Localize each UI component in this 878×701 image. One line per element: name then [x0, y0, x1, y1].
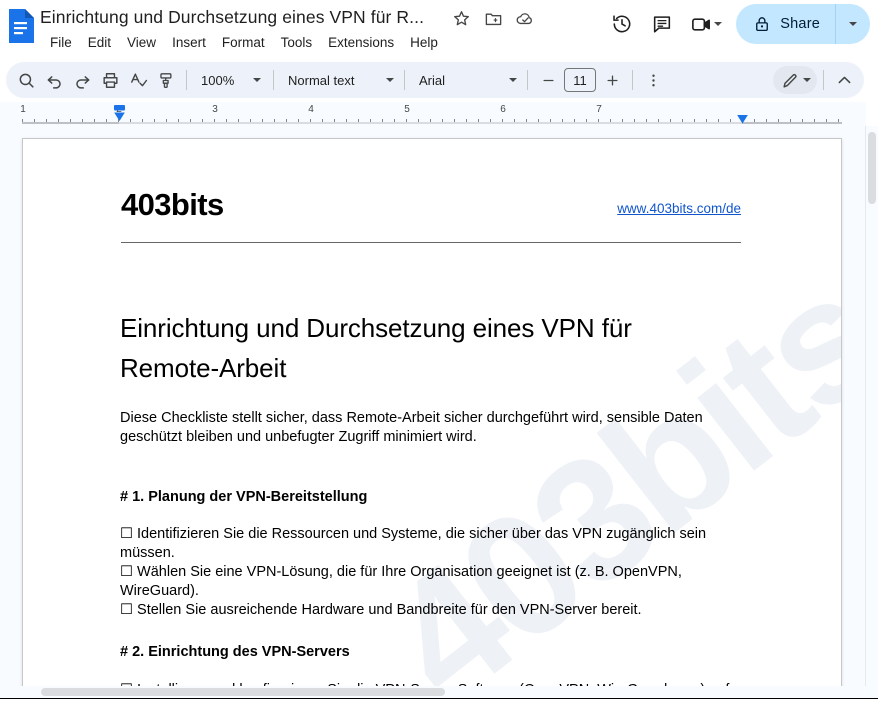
- left-indent-marker[interactable]: [112, 105, 127, 123]
- toolbar-divider: [186, 70, 187, 90]
- section-1-checklist: ☐ Identifizieren Sie die Ressourcen und …: [120, 526, 707, 618]
- menu-help[interactable]: Help: [402, 32, 446, 54]
- editing-mode-button[interactable]: [773, 66, 817, 94]
- toolbar-divider: [632, 70, 633, 90]
- website-link[interactable]: www.403bits.com/de: [617, 199, 741, 219]
- toolbar-divider: [404, 70, 405, 90]
- collapse-toolbar-icon[interactable]: [830, 66, 858, 94]
- comment-icon[interactable]: [644, 6, 680, 42]
- ruler-number: 1: [20, 104, 26, 115]
- print-icon[interactable]: [96, 66, 124, 94]
- header-divider-rule: [121, 242, 741, 243]
- vertical-scroll-thumb[interactable]: [868, 132, 876, 204]
- redo-icon[interactable]: [68, 66, 96, 94]
- menu-extensions[interactable]: Extensions: [320, 32, 402, 54]
- font-family-value: Arial: [419, 72, 446, 88]
- vertical-scrollbar[interactable]: [866, 126, 878, 701]
- right-action-group: Share: [604, 4, 870, 44]
- section-1-heading: # 1. Planung der VPN-Bereitstellung: [120, 489, 368, 505]
- increase-font-size-button[interactable]: [598, 66, 626, 94]
- star-icon[interactable]: [449, 6, 473, 30]
- chevron-down-icon: [386, 78, 394, 82]
- decrease-font-size-button[interactable]: [534, 66, 562, 94]
- share-dropdown-button[interactable]: [836, 4, 870, 44]
- toolbar-divider: [273, 70, 274, 90]
- document-page[interactable]: 403bits 403bits www.403bits.com/de Einri…: [22, 138, 842, 686]
- share-label: Share: [780, 16, 820, 32]
- ruler-number: 7: [596, 104, 602, 115]
- menu-view[interactable]: View: [119, 32, 164, 54]
- meet-caret-icon: [714, 22, 723, 26]
- spellcheck-icon[interactable]: [124, 66, 152, 94]
- menu-format[interactable]: Format: [214, 32, 273, 54]
- zoom-level-value: 100%: [201, 72, 235, 88]
- toolbar-divider: [823, 70, 824, 90]
- ruler-number: 5: [404, 104, 410, 115]
- chevron-down-icon: [253, 78, 261, 82]
- right-indent-marker[interactable]: [735, 112, 750, 124]
- top-bar: Einrichtung und Durchsetzung eines VPN f…: [0, 0, 878, 58]
- font-size-stepper: 11: [534, 66, 626, 94]
- paint-format-icon[interactable]: [152, 66, 180, 94]
- toolbar-container: 100% Normal text Arial 11: [0, 58, 878, 102]
- toolbar: 100% Normal text Arial 11: [6, 62, 864, 98]
- intro-paragraph: Diese Checkliste stellt sicher, dass Rem…: [120, 410, 703, 445]
- toolbar-divider: [527, 70, 528, 90]
- horizontal-scrollbar[interactable]: [0, 686, 866, 698]
- undo-icon[interactable]: [40, 66, 68, 94]
- menu-bar: File Edit View Insert Format Tools Exten…: [42, 32, 446, 54]
- brand-logo-text: 403bits: [121, 187, 224, 222]
- menu-file[interactable]: File: [42, 32, 80, 54]
- document-canvas: 403bits 403bits www.403bits.com/de Einri…: [0, 126, 866, 686]
- more-options-icon[interactable]: [639, 66, 667, 94]
- ruler-number: 3: [212, 104, 218, 115]
- meet-call-button[interactable]: [684, 6, 726, 42]
- ruler[interactable]: 1234567: [0, 102, 866, 126]
- chevron-down-icon: [509, 78, 517, 82]
- horizontal-scroll-thumb[interactable]: [41, 688, 445, 696]
- google-docs-icon[interactable]: [6, 9, 34, 43]
- search-icon[interactable]: [12, 66, 40, 94]
- editing-mode-pencil-icon: [783, 73, 797, 88]
- title-action-icons: [449, 6, 537, 30]
- share-main[interactable]: Share: [736, 4, 835, 44]
- ruler-margin-area: [119, 122, 742, 124]
- cloud-saved-icon[interactable]: [513, 6, 537, 30]
- font-family-selector[interactable]: Arial: [411, 66, 521, 94]
- version-history-icon[interactable]: [604, 6, 640, 42]
- zoom-level-selector[interactable]: 100%: [193, 66, 267, 94]
- document-header-row: 403bits www.403bits.com/de: [121, 187, 741, 223]
- paragraph-style-value: Normal text: [288, 72, 355, 88]
- menu-tools[interactable]: Tools: [273, 32, 321, 54]
- document-title[interactable]: Einrichtung und Durchsetzung eines VPN f…: [40, 4, 438, 30]
- chevron-down-icon: [849, 22, 857, 26]
- ruler-number: 4: [308, 104, 314, 115]
- move-to-folder-icon[interactable]: [481, 6, 505, 30]
- font-size-input[interactable]: 11: [564, 68, 596, 92]
- title-and-menus: Einrichtung und Durchsetzung eines VPN f…: [40, 4, 446, 54]
- chevron-down-icon: [803, 78, 811, 82]
- ruler-number: 6: [500, 104, 506, 115]
- share-button[interactable]: Share: [736, 4, 870, 44]
- menu-edit[interactable]: Edit: [80, 32, 119, 54]
- paragraph-style-selector[interactable]: Normal text: [280, 66, 398, 94]
- menu-insert[interactable]: Insert: [164, 32, 214, 54]
- document-heading: Einrichtung und Durchsetzung eines VPN f…: [120, 313, 632, 383]
- section-2-heading: # 2. Einrichtung des VPN-Servers: [120, 644, 350, 660]
